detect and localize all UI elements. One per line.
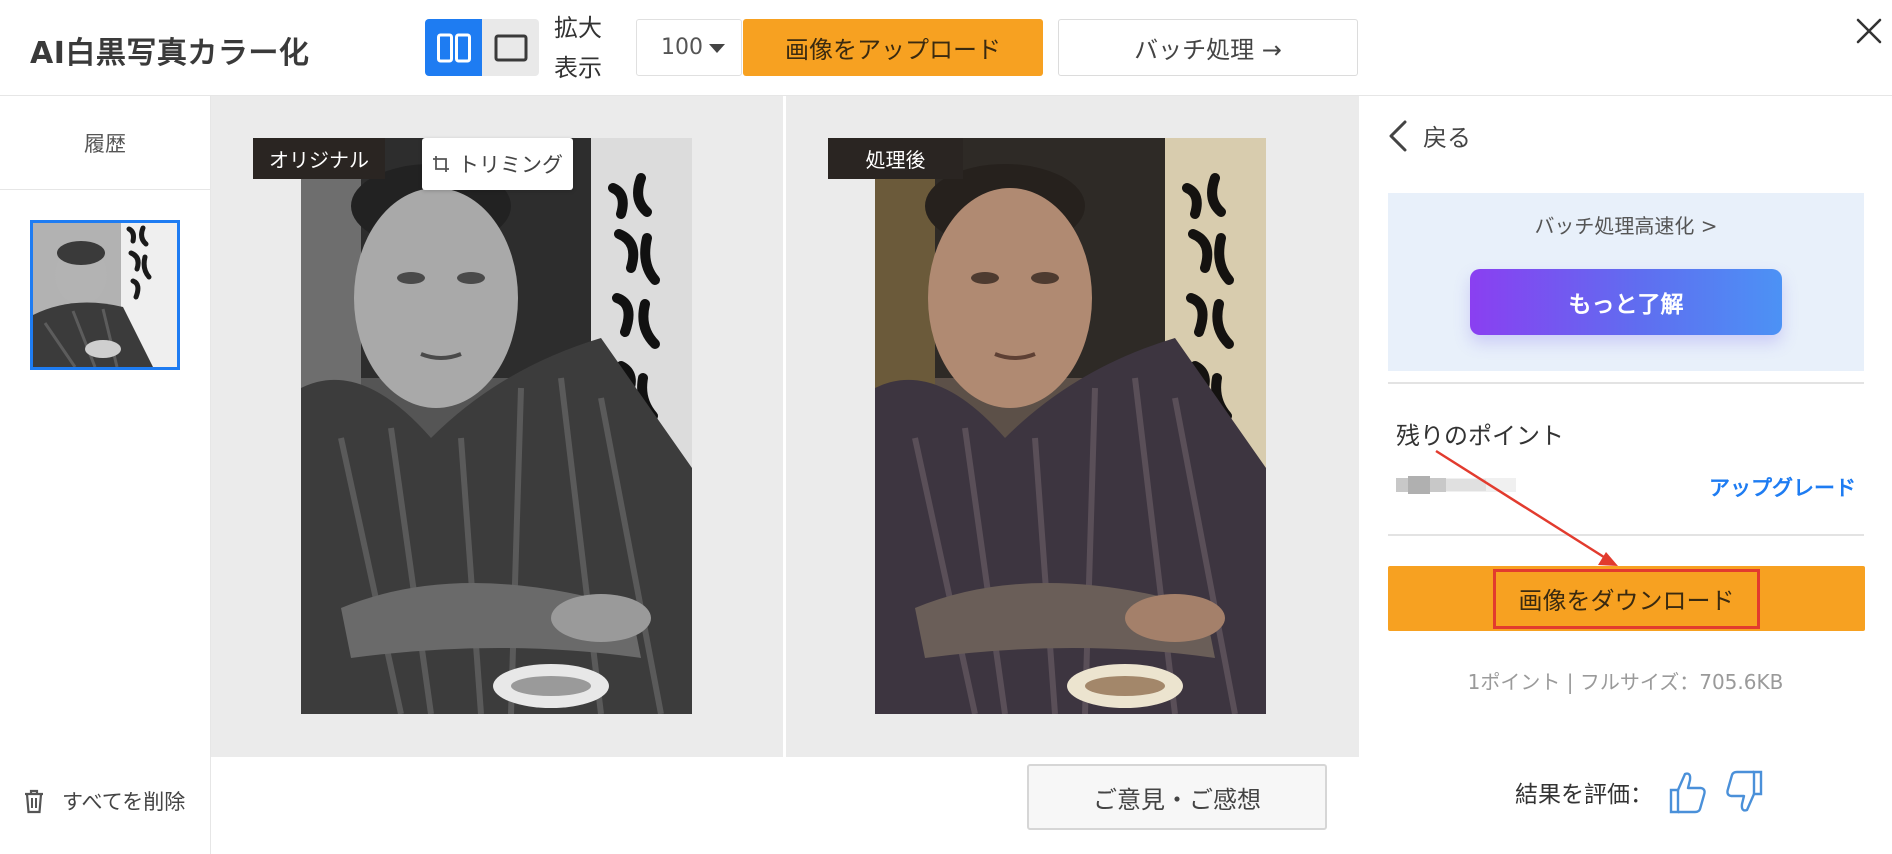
back-chevron-icon bbox=[1389, 120, 1407, 151]
upgrade-link[interactable]: アップグレード bbox=[1709, 472, 1856, 502]
divider bbox=[1388, 534, 1864, 536]
delete-all-label: すべてを削除 bbox=[62, 790, 186, 814]
crop-icon bbox=[433, 156, 449, 172]
result-panel: 戻る バッチ処理高速化 > もっと了解 残りのポイント アップグレード 画像をダ… bbox=[1359, 96, 1892, 854]
blurred-points-graphic bbox=[1396, 476, 1516, 494]
split-view-icon bbox=[436, 33, 471, 62]
original-label: オリジナル bbox=[253, 138, 385, 179]
original-image bbox=[301, 138, 692, 714]
back-label: 戻る bbox=[1423, 124, 1471, 152]
feedback-button[interactable]: ご意見・ご感想 bbox=[1027, 764, 1327, 830]
rate-result: 結果を評価： bbox=[1515, 768, 1765, 816]
processed-photo-graphic bbox=[875, 138, 1266, 714]
view-mode-toggle bbox=[425, 19, 539, 76]
thumbs-up-icon[interactable] bbox=[1667, 768, 1709, 816]
crop-button[interactable]: トリミング bbox=[422, 138, 573, 190]
download-image-button[interactable]: 画像をダウンロード bbox=[1388, 566, 1865, 631]
delete-all-button[interactable]: すべてを削除 bbox=[22, 786, 185, 816]
batch-speedup-link[interactable]: バッチ処理高速化 > bbox=[1388, 210, 1864, 239]
trash-icon bbox=[25, 789, 43, 814]
processed-pane: 処理後 bbox=[786, 96, 1359, 757]
history-sidebar: 履歴 すべてを削除 bbox=[0, 96, 211, 854]
remaining-points-value bbox=[1396, 476, 1516, 494]
learn-more-button[interactable]: もっと了解 bbox=[1470, 269, 1782, 335]
zoom-label-line2: 表示 bbox=[554, 54, 602, 82]
zoom-label: 拡大 表示 bbox=[554, 8, 602, 88]
divider bbox=[1388, 382, 1864, 384]
thumbs-down-icon[interactable] bbox=[1723, 768, 1765, 816]
top-bar: AI白黒写真カラー化 拡大 表示 100 画像をアップロード バッチ処理 → bbox=[0, 0, 1892, 96]
close-icon bbox=[1856, 18, 1882, 44]
download-label: 画像をダウンロード bbox=[1493, 568, 1760, 629]
processed-label: 処理後 bbox=[828, 138, 963, 179]
comparison-area: オリジナル トリミング 処理後 ご意見・ご感想 bbox=[211, 96, 1359, 854]
chevron-down-icon bbox=[709, 44, 725, 53]
zoom-value: 100 bbox=[661, 35, 703, 60]
original-pane: オリジナル トリミング bbox=[211, 96, 783, 757]
remaining-points-label: 残りのポイント bbox=[1396, 422, 1564, 450]
size-info: 1ポイント | フルサイズ：705.6KB bbox=[1467, 670, 1784, 694]
history-thumbnail-image bbox=[33, 223, 177, 367]
zoom-select[interactable]: 100 bbox=[636, 19, 742, 76]
single-view-button[interactable] bbox=[482, 19, 539, 76]
rate-label: 結果を評価： bbox=[1515, 782, 1653, 808]
history-thumbnail[interactable] bbox=[30, 220, 180, 370]
batch-process-button[interactable]: バッチ処理 → bbox=[1058, 19, 1358, 76]
original-photo-graphic bbox=[301, 138, 692, 714]
app-title: AI白黒写真カラー化 bbox=[30, 36, 310, 71]
close-button[interactable] bbox=[1852, 14, 1886, 48]
history-title: 履歴 bbox=[0, 96, 210, 190]
single-view-icon bbox=[494, 34, 527, 61]
promo-box: バッチ処理高速化 > もっと了解 bbox=[1388, 193, 1864, 371]
split-view-button[interactable] bbox=[425, 19, 482, 76]
upload-image-button[interactable]: 画像をアップロード bbox=[743, 19, 1043, 76]
processed-image bbox=[875, 138, 1266, 714]
back-button[interactable]: 戻る bbox=[1387, 118, 1471, 153]
crop-label: トリミング bbox=[458, 153, 563, 177]
zoom-label-line1: 拡大 bbox=[554, 14, 602, 42]
